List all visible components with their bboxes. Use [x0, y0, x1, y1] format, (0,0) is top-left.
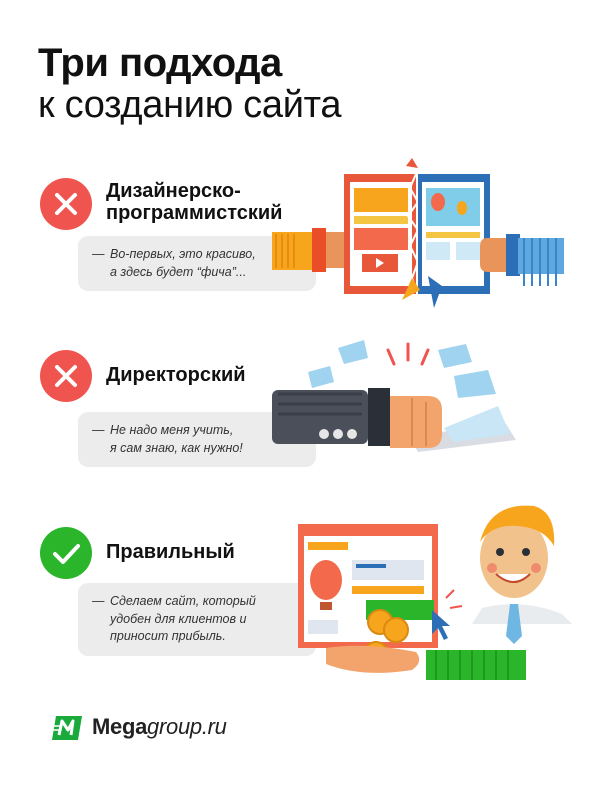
- approach-heading: Директорский: [106, 364, 246, 386]
- logo-wordmark: Megagroup.ru: [92, 714, 227, 740]
- quote-bubble: — Сделаем сайт, который удобен для клиен…: [78, 583, 316, 656]
- logo-bold-part: Mega: [92, 714, 148, 739]
- quote-line-3: приносит прибыль.: [110, 629, 226, 643]
- title-line-1: Три подхода: [38, 41, 282, 85]
- torn-website-illustration: [272, 158, 564, 308]
- quote-line-1: Сделаем сайт, который: [110, 594, 256, 608]
- title-line-2: к созданию сайта: [38, 84, 342, 127]
- approach-heading: Дизайнерско- программистский: [106, 180, 282, 225]
- megagroup-logo[interactable]: Megagroup.ru: [52, 712, 227, 742]
- heading-line-1: Директорский: [106, 364, 246, 386]
- correct-status-badge: [40, 527, 92, 579]
- quote-dash: —: [92, 594, 105, 608]
- check-icon: [53, 544, 80, 564]
- megagroup-logo-icon: [52, 716, 82, 740]
- happy-client-illustration: [298, 505, 572, 680]
- quote-line-2: удобен для клиентов и: [110, 611, 247, 626]
- cross-icon: [55, 365, 77, 387]
- logo-italic-part: group.ru: [147, 714, 227, 739]
- heading-line-1: Правильный: [106, 541, 235, 563]
- heading-line-1: Дизайнерско-: [106, 180, 241, 202]
- heading-line-2: программистский: [106, 202, 283, 225]
- page-title: Три подхода к созданию сайта: [38, 41, 342, 127]
- wrong-status-badge: [40, 178, 92, 230]
- wrong-status-badge: [40, 350, 92, 402]
- quote-dash: —: [92, 247, 105, 261]
- cross-icon: [55, 193, 77, 215]
- fist-slam-illustration: [272, 340, 516, 452]
- approach-heading: Правильный: [106, 541, 235, 563]
- quote-dash: —: [92, 423, 105, 437]
